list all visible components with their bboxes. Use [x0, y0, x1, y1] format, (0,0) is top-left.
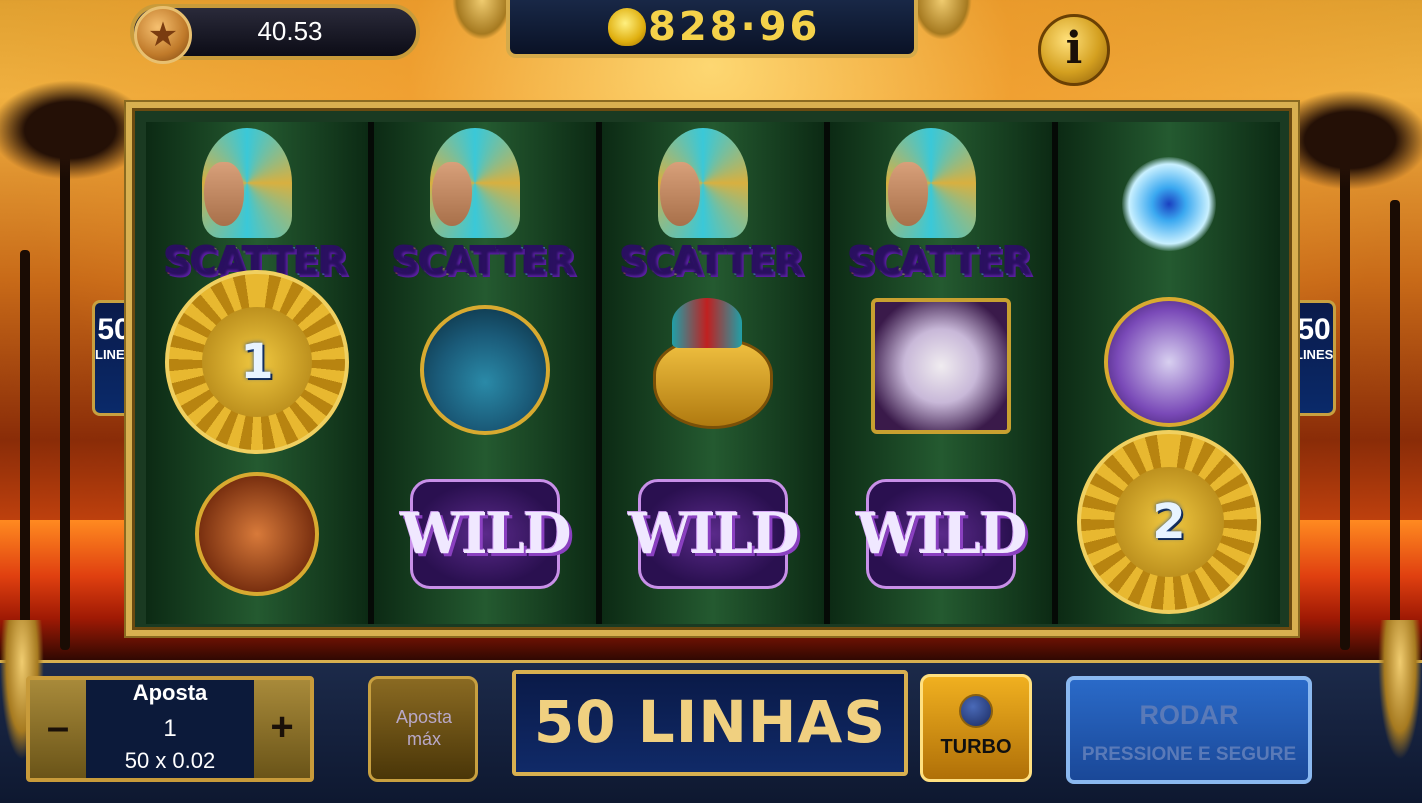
turbo-label: TURBO [940, 736, 1012, 758]
reel-1: SCATTER 1 [146, 122, 368, 624]
scatter-label: SCATTER [612, 240, 812, 284]
drum-icon [420, 305, 550, 435]
total-win-value: 828·96 [648, 4, 821, 50]
maracas-icon [1104, 297, 1234, 427]
turbo-indicator-icon [959, 694, 993, 728]
gold-coin-symbol: 1 [146, 270, 368, 454]
carnival-mask-symbol [602, 298, 824, 466]
palm-tree-right-2 [1390, 200, 1400, 650]
queen-headdress-icon [182, 128, 312, 248]
bet-increase-button[interactable]: + [254, 680, 310, 778]
spin-subtitle: PRESSIONE E SEGURE [1081, 744, 1297, 765]
reel-frame: SCATTER 1 SCATTER WILD SCATTER WILD SCAT… [126, 102, 1298, 636]
blue-flower-icon [1122, 157, 1216, 251]
turbo-button[interactable] [920, 674, 1032, 782]
scatter-symbol: SCATTER [146, 122, 368, 286]
palm-tree-left-2 [20, 250, 30, 650]
palm-tree-left [60, 110, 70, 650]
pan-flute-icon [195, 472, 319, 596]
ornament-right [912, 0, 972, 40]
wild-symbol: WILD [830, 452, 1052, 616]
max-bet-label: Aposta máx [395, 707, 453, 749]
queen-headdress-icon [866, 128, 996, 248]
lines-badge-right: 50 LINES [1292, 300, 1336, 416]
bet-detail: 50 x 0.02 [124, 748, 216, 773]
lines-badge-number: 50 [1297, 313, 1331, 346]
scatter-symbol: SCATTER [830, 122, 1052, 286]
queen-headdress-icon [410, 128, 540, 248]
queen-headdress-icon [638, 128, 768, 248]
spin-title: RODAR [1139, 700, 1239, 730]
coin-number: 2 [1152, 494, 1186, 550]
wild-symbol: WILD [374, 452, 596, 616]
credits-value: 40.53 [257, 16, 323, 46]
scatter-label: SCATTER [840, 240, 1040, 284]
bet-decrease-button[interactable]: – [30, 680, 86, 778]
bet-title: Aposta [132, 680, 208, 705]
coin-number: 1 [240, 334, 274, 390]
reel-2: SCATTER WILD [374, 122, 596, 624]
reel-3: SCATTER WILD [602, 122, 824, 624]
money-bag-icon [608, 8, 646, 46]
scatter-symbol: SCATTER [374, 122, 596, 286]
gold-coin-symbol: 2 [1058, 430, 1280, 614]
lines-badge-label: LINES [1295, 347, 1334, 362]
reel-5: 2 [1058, 122, 1280, 624]
wild-label: WILD [856, 501, 1027, 567]
palm-tree-right [1340, 120, 1350, 650]
reel-4: SCATTER WILD [830, 122, 1052, 624]
bet-value: 1 [163, 715, 177, 742]
pan-flute-symbol [146, 452, 368, 616]
music-book-icon [871, 298, 1011, 434]
corner-ornament-right [1378, 620, 1422, 760]
carnival-mask-icon [653, 298, 773, 429]
star-coin-icon[interactable]: ★ [134, 6, 192, 64]
scatter-symbol: SCATTER [602, 122, 824, 286]
lines-display-value: 50 LINHAS [533, 688, 887, 756]
scatter-label: SCATTER [384, 240, 584, 284]
wild-label: WILD [628, 501, 799, 567]
wild-symbol: WILD [602, 452, 824, 616]
wild-label: WILD [400, 501, 571, 567]
maracas-symbol [1058, 280, 1280, 444]
blue-flower-symbol [1058, 122, 1280, 286]
info-button[interactable]: i [1038, 14, 1110, 86]
music-book-symbol [830, 284, 1052, 448]
ornament-left [452, 0, 512, 40]
drum-symbol [374, 288, 596, 452]
